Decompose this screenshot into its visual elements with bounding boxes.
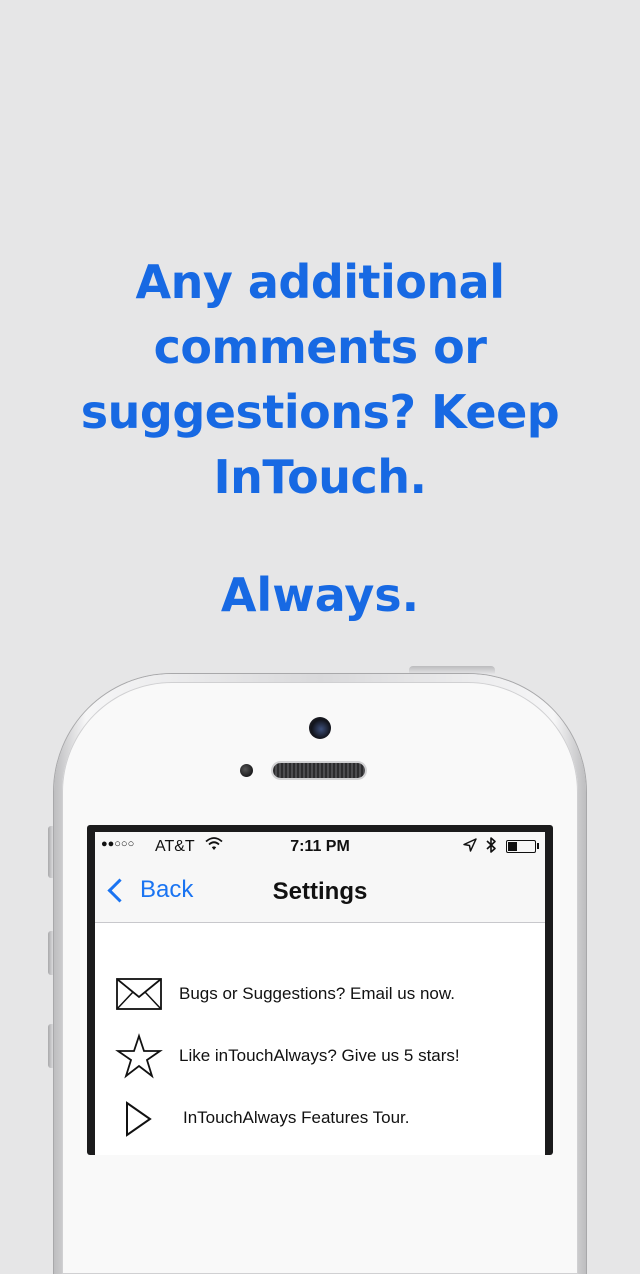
location-arrow-icon bbox=[463, 838, 477, 856]
navigation-bar: Back Settings bbox=[95, 860, 545, 923]
app-screen: ●●○○○ AT&T 7:11 PM Back Settings Bugs or… bbox=[95, 832, 545, 1155]
battery-level bbox=[508, 842, 517, 851]
menu-item-email[interactable]: Bugs or Suggestions? Email us now. bbox=[95, 970, 545, 1020]
promo-headline: Any additional comments or suggestions? … bbox=[0, 250, 640, 510]
page-title: Settings bbox=[272, 878, 368, 905]
headline-line-1: Any additional bbox=[135, 255, 505, 309]
menu-item-label: Like inTouchAlways? Give us 5 stars! bbox=[179, 1046, 460, 1065]
phone-screen: ●●○○○ AT&T 7:11 PM Back Settings Bugs or… bbox=[87, 825, 553, 1155]
play-icon bbox=[115, 1094, 165, 1144]
status-bar: ●●○○○ AT&T 7:11 PM bbox=[95, 832, 545, 860]
headline-line-4: InTouch. bbox=[213, 450, 427, 504]
menu-item-tour[interactable]: InTouchAlways Features Tour. bbox=[95, 1094, 545, 1144]
battery-tip bbox=[537, 843, 539, 849]
proximity-sensor bbox=[240, 764, 253, 777]
headline-line-3: suggestions? Keep bbox=[80, 385, 560, 439]
menu-item-label: InTouchAlways Features Tour. bbox=[183, 1108, 410, 1127]
status-time: 7:11 PM bbox=[290, 838, 350, 855]
battery-icon bbox=[506, 840, 536, 853]
envelope-icon bbox=[115, 970, 165, 1020]
front-camera bbox=[309, 717, 331, 739]
star-icon bbox=[115, 1032, 165, 1082]
bluetooth-icon bbox=[485, 836, 497, 859]
earpiece-speaker bbox=[273, 763, 365, 778]
headline-line-2: comments or bbox=[153, 320, 487, 374]
promo-tagline: Always. bbox=[220, 568, 420, 622]
menu-item-rate[interactable]: Like inTouchAlways? Give us 5 stars! bbox=[95, 1032, 545, 1082]
menu-item-label: Bugs or Suggestions? Email us now. bbox=[179, 984, 455, 1003]
